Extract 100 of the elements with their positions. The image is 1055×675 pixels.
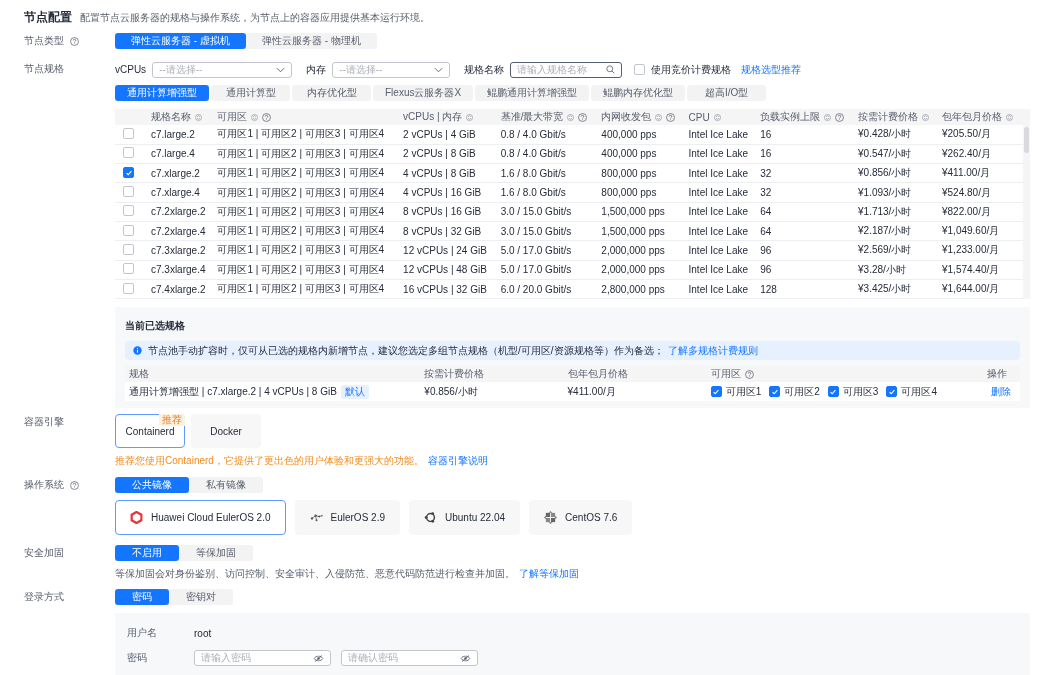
delete-link[interactable]: 删除 — [990, 385, 1011, 397]
help-icon[interactable] — [578, 112, 588, 122]
help-icon[interactable] — [666, 112, 676, 122]
sort-icon[interactable] — [195, 112, 202, 122]
checkbox[interactable] — [123, 243, 134, 255]
table-cell: 可用区1 | 可用区2 | 可用区3 | 可用区4 — [217, 147, 385, 159]
category-tab[interactable]: 鲲鹏内存优化型 — [591, 85, 686, 101]
table-cell: Intel Ice Lake — [688, 128, 748, 140]
help-icon[interactable] — [70, 36, 79, 46]
table-cell: ¥1.093/小时 — [858, 186, 912, 198]
table-cell: 4 vCPUs | 16 GiB — [403, 187, 482, 199]
column-header: 规格 — [129, 367, 149, 382]
checkbox[interactable] — [123, 224, 134, 236]
zone-label: 可用区2 — [784, 384, 820, 399]
checkbox[interactable] — [886, 386, 898, 398]
table-cell: 12 vCPUs | 24 GiB — [403, 244, 487, 256]
sort-icon[interactable] — [922, 112, 929, 122]
filter-label: vCPUs — [115, 64, 147, 75]
checkbox[interactable] — [123, 147, 134, 159]
os-image-option[interactable]: Ubuntu 22.04 — [409, 500, 521, 536]
table-cell: ¥3.425/小时 — [858, 283, 912, 294]
field-label: 节点规格 — [24, 62, 64, 76]
table-cell: Intel Ice Lake — [688, 244, 748, 256]
scrollbar-thumb[interactable] — [1024, 127, 1029, 153]
hardening-tab[interactable]: 等保加固 — [179, 545, 253, 562]
checkbox[interactable] — [123, 205, 134, 217]
node-type-tab[interactable]: 弹性云服务器 - 虚拟机 — [115, 33, 246, 49]
column-header: 负载实例上限 — [760, 110, 821, 124]
scrollbar[interactable] — [1023, 125, 1030, 300]
checkbox[interactable] — [634, 64, 646, 75]
column-header: 操作 — [986, 367, 1007, 382]
table-cell: 1.6 / 8.0 Gbit/s — [500, 167, 566, 179]
table-cell: 可用区1 | 可用区2 | 可用区3 | 可用区4 — [217, 186, 385, 198]
sort-icon[interactable] — [1006, 112, 1013, 122]
checkbox[interactable] — [710, 386, 722, 398]
table-cell: ¥205.50/月 — [942, 128, 991, 140]
table-cell: Intel Ice Lake — [688, 225, 748, 237]
recommendation-link[interactable]: 规格选型推荐 — [741, 62, 802, 77]
sort-icon[interactable] — [466, 112, 474, 122]
help-icon[interactable] — [744, 369, 754, 379]
engine-docs-link[interactable]: 容器引擎说明 — [427, 455, 488, 467]
checkbox[interactable] — [123, 282, 134, 294]
table-cell: ¥3.28/小时 — [858, 263, 906, 275]
table-cell: c7.3xlarge.2 — [151, 244, 206, 256]
image-type-tab[interactable]: 公共镜像 — [115, 477, 189, 494]
eye-icon[interactable] — [313, 654, 324, 662]
category-tab[interactable]: 通用计算增强型 — [115, 85, 209, 101]
category-tab[interactable]: 内存优化型 — [292, 85, 371, 101]
eye-icon[interactable] — [460, 654, 471, 662]
checkbox[interactable] — [123, 263, 134, 275]
checkbox[interactable] — [123, 186, 134, 198]
table-cell: Intel Ice Lake — [688, 206, 748, 218]
sort-icon[interactable] — [713, 112, 721, 122]
sort-icon[interactable] — [567, 112, 575, 122]
table-cell: 0.8 / 4.0 Gbit/s — [500, 128, 566, 140]
help-icon[interactable] — [70, 480, 79, 490]
login-method-tab[interactable]: 密码 — [115, 589, 169, 606]
table-cell: 可用区1 | 可用区2 | 可用区3 | 可用区4 — [217, 128, 385, 140]
category-tab[interactable]: Flexus云服务器X — [373, 85, 474, 101]
table-cell: 1.6 / 8.0 Gbit/s — [500, 187, 566, 199]
table-cell: ¥0.856/小时 — [858, 167, 912, 179]
image-type-tab[interactable]: 私有镜像 — [189, 477, 263, 494]
hardening-tab[interactable]: 不启用 — [115, 545, 179, 562]
help-icon[interactable] — [262, 112, 272, 122]
sort-icon[interactable] — [824, 112, 832, 122]
hardening-docs-link[interactable]: 了解等保加固 — [519, 568, 579, 580]
column-header: 包年包月价格 — [567, 367, 628, 382]
checkbox[interactable] — [123, 127, 134, 139]
table-cell: ¥2.187/小时 — [858, 225, 912, 237]
category-tab[interactable]: 超高I/O型 — [687, 85, 767, 101]
table-cell: 800,000 pps — [601, 187, 657, 199]
table-cell: 96 — [760, 244, 772, 256]
billing-rules-link[interactable]: 了解多规格计费规则 — [667, 344, 758, 356]
table-cell: 800,000 pps — [601, 167, 657, 179]
table-cell: ¥2.569/小时 — [858, 244, 912, 256]
field-label: 操作系统 — [24, 478, 64, 493]
os-image-option[interactable]: Huawei Cloud EulerOS 2.0 — [115, 500, 286, 536]
help-icon[interactable] — [835, 112, 845, 122]
login-method-tab[interactable]: 密钥对 — [169, 589, 233, 606]
engine-option[interactable]: Docker — [191, 414, 261, 449]
checkbox[interactable] — [827, 386, 839, 398]
nodes-icon — [309, 513, 323, 523]
sort-icon[interactable] — [251, 112, 259, 122]
table-cell: 可用区1 | 可用区2 | 可用区3 | 可用区4 — [217, 263, 385, 275]
category-tab[interactable]: 鲲鹏通用计算增强型 — [475, 85, 590, 101]
zone-label: 可用区3 — [842, 384, 879, 399]
node-type-tab[interactable]: 弹性云服务器 - 物理机 — [245, 33, 377, 49]
checkbox[interactable] — [769, 386, 781, 398]
table-cell: ¥1,049.60/月 — [942, 225, 1000, 237]
category-tab[interactable]: 通用计算型 — [211, 85, 290, 101]
column-header: 内网收发包 — [601, 110, 652, 124]
chevron-down-icon — [434, 66, 444, 73]
table-cell: Intel Ice Lake — [688, 148, 748, 160]
checkbox[interactable] — [123, 167, 134, 179]
os-image-option[interactable]: EulerOS 2.9 — [294, 500, 400, 536]
column-header: 包年包月价格 — [942, 110, 1002, 124]
os-image-option[interactable]: CentOS 7.6 — [529, 500, 633, 536]
sort-icon[interactable] — [655, 112, 663, 122]
table-cell: c7.3xlarge.4 — [151, 264, 206, 276]
column-header: 按需计费价格 — [858, 110, 918, 124]
